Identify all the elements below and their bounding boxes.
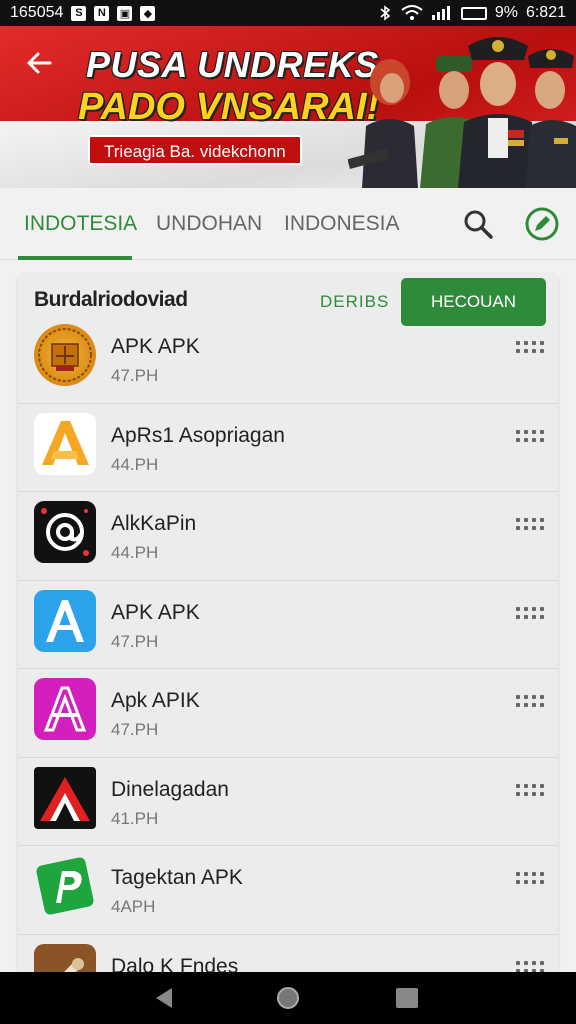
arrow-left-icon bbox=[27, 52, 52, 74]
app-name: ApRs1 Asopriagan bbox=[111, 423, 285, 447]
more-options-icon[interactable] bbox=[516, 341, 546, 355]
app-meta: 44.PH bbox=[111, 543, 159, 562]
system-nav-bar bbox=[0, 972, 576, 1024]
at-sign-icon bbox=[34, 501, 96, 563]
bluetooth-icon bbox=[380, 5, 391, 21]
notification-shield-icon: ◆ bbox=[140, 5, 156, 21]
more-options-icon[interactable] bbox=[516, 695, 546, 709]
nav-home-button[interactable] bbox=[277, 987, 299, 1009]
red-chevron-icon bbox=[34, 766, 96, 829]
nav-back-button[interactable] bbox=[152, 986, 176, 1010]
list-item[interactable]: Tagektan APK 4APH bbox=[18, 846, 558, 935]
list-item[interactable]: ApRs1 Asopriagan 44.PH bbox=[18, 404, 558, 492]
battery-percent: 9% bbox=[494, 4, 518, 21]
banner-title-line1: PUSA UNDREKS bbox=[86, 44, 379, 85]
more-options-icon[interactable] bbox=[516, 872, 546, 886]
more-options-icon[interactable] bbox=[516, 429, 546, 444]
list-item[interactable]: AlkKaPin 44.PH bbox=[18, 492, 558, 581]
notification-n-icon: N bbox=[94, 5, 110, 21]
triangle-back-icon bbox=[156, 988, 172, 1008]
search-button[interactable] bbox=[462, 208, 494, 240]
soldiers-illustration bbox=[348, 37, 576, 188]
list-item[interactable]: Dalo K Fndes bbox=[18, 935, 558, 974]
app-name: Dinelagadan bbox=[111, 777, 229, 801]
nav-recent-apps-button[interactable] bbox=[396, 988, 418, 1008]
more-options-icon[interactable] bbox=[516, 518, 546, 532]
tab-undohan[interactable]: UNDOHAN bbox=[156, 212, 262, 236]
promo-banner[interactable]: PUSA UNDREKS PADO VNSARAI! Trieagia Ba. … bbox=[0, 26, 576, 188]
list-item[interactable]: APK APK 47.PH bbox=[18, 581, 558, 669]
app-meta: 41.PH bbox=[111, 808, 159, 828]
magenta-a-icon bbox=[34, 678, 96, 740]
app-name: APK APK bbox=[111, 600, 200, 624]
signal-icon bbox=[431, 6, 450, 20]
app-name: Apk APIK bbox=[111, 689, 200, 712]
brown-tool-icon bbox=[34, 943, 96, 974]
notification-image-icon: ▣ bbox=[117, 5, 133, 21]
list-item[interactable]: Dinelagadan 41.PH bbox=[18, 758, 558, 846]
app-meta: 47.PH bbox=[111, 631, 159, 651]
app-meta: 44.PH bbox=[111, 454, 159, 474]
notification-s-icon: S bbox=[71, 5, 87, 21]
green-p-icon bbox=[34, 855, 96, 917]
blue-a-icon bbox=[34, 589, 96, 652]
app-meta: 47.PH bbox=[111, 366, 159, 385]
back-button[interactable] bbox=[24, 48, 58, 82]
list-item[interactable]: Apk APIK 47.PH bbox=[18, 669, 558, 758]
tab-indotesia[interactable]: INDOTESIA bbox=[24, 212, 137, 236]
app-name: APK APK bbox=[111, 335, 200, 358]
status-bar: 165054 S N ▣ ◆ 9% 6:821 bbox=[0, 0, 576, 26]
app-meta: 47.PH bbox=[111, 720, 159, 739]
banner-subtitle: Trieagia Ba. videkchonn bbox=[88, 135, 302, 165]
battery-icon bbox=[460, 6, 487, 20]
banner-title-line2: PADO VNSARAI! bbox=[78, 86, 380, 128]
active-tab-indicator bbox=[18, 256, 132, 260]
app-meta: 4APH bbox=[111, 897, 156, 916]
list-item[interactable]: APK APK 47.PH bbox=[18, 315, 558, 404]
app-list: APK APK 47.PH ApRs1 Asopriagan 44.PH Alk… bbox=[18, 315, 558, 974]
wifi-icon bbox=[401, 5, 423, 20]
more-options-icon[interactable] bbox=[516, 783, 546, 798]
app-list-card: Burdalriodoviad DERIBS HECOUAN APK APK 4… bbox=[18, 274, 558, 974]
more-options-icon[interactable] bbox=[516, 606, 546, 621]
gold-emblem-icon bbox=[34, 324, 96, 386]
app-name: AlkKaPin bbox=[111, 512, 197, 535]
app-name: Tagektan APK bbox=[111, 866, 243, 889]
pencil-circle-icon bbox=[525, 207, 559, 241]
status-time: 165054 bbox=[10, 4, 64, 21]
status-clock: 6:821 bbox=[525, 4, 566, 21]
tab-indonesia[interactable]: INDONESIA bbox=[284, 212, 400, 236]
card-link[interactable]: DERIBS bbox=[320, 292, 389, 312]
card-title: Burdalriodoviad bbox=[34, 288, 188, 311]
orange-a-icon bbox=[34, 412, 96, 475]
search-icon bbox=[464, 210, 493, 239]
tab-bar: INDOTESIA UNDOHAN INDONESIA bbox=[0, 188, 576, 260]
edit-button[interactable] bbox=[524, 206, 560, 242]
